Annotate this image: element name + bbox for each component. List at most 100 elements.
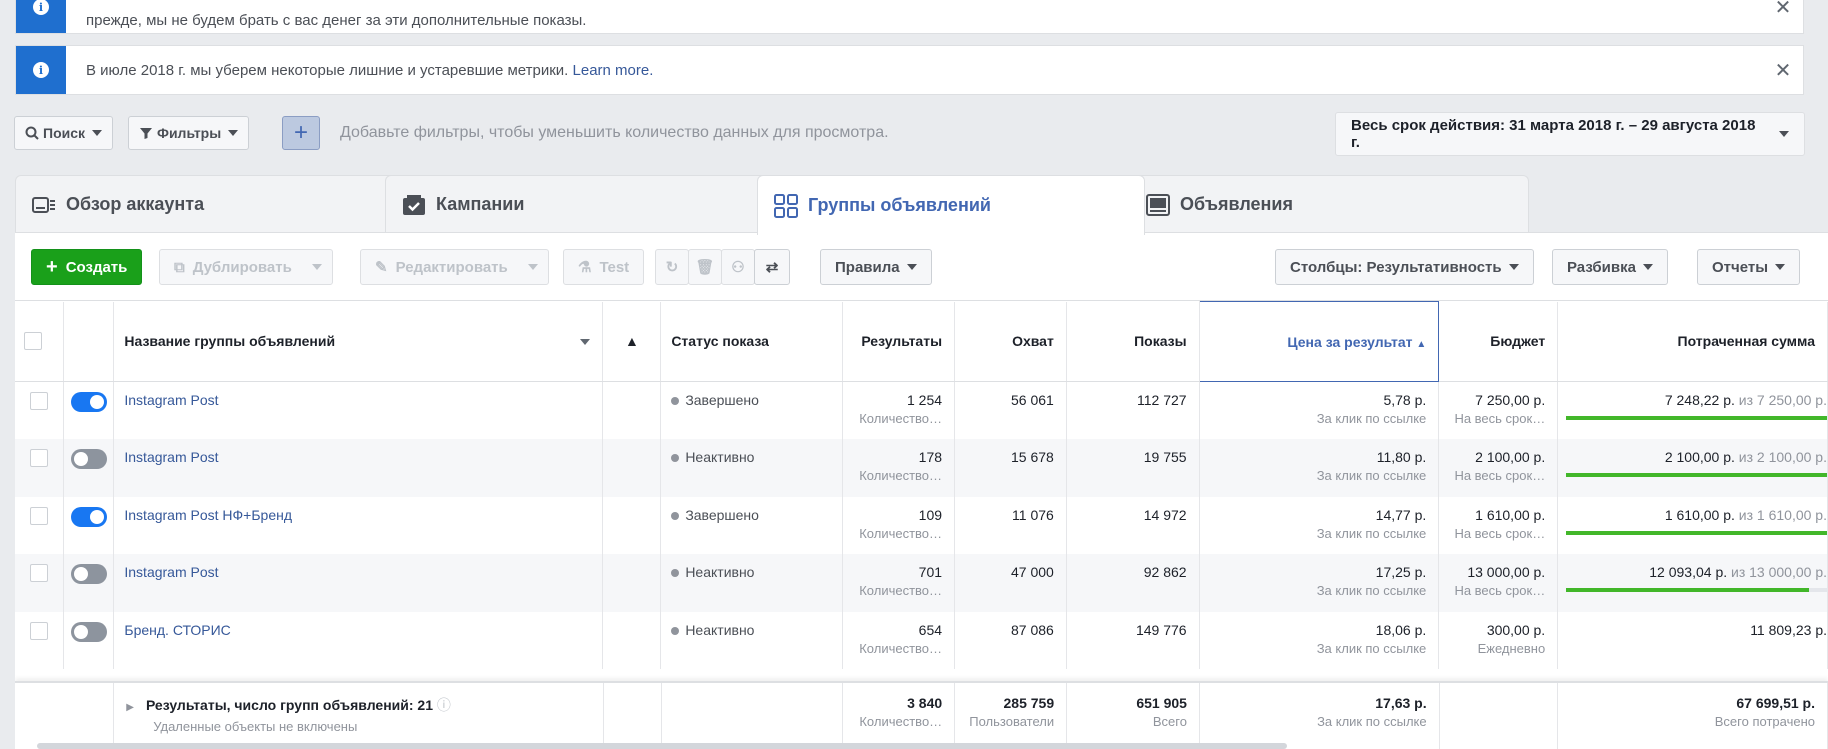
table-row[interactable]: Instagram Post Неактивно 701 Количество… …: [15, 554, 1828, 612]
date-range-picker[interactable]: Весь срок действия: 31 марта 2018 г. – 2…: [1335, 112, 1805, 156]
notice-banner-metrics: i В июле 2018 г. мы уберем некоторые лиш…: [15, 45, 1804, 95]
results-sub: Количество…: [859, 525, 943, 541]
adset-name-link[interactable]: Instagram Post НФ+Бренд: [114, 507, 292, 523]
edit-button[interactable]: ✎ Редактировать: [360, 249, 549, 285]
chevron-down-icon: [1642, 264, 1653, 270]
totals-cost: 17,63 р.: [1375, 695, 1427, 711]
duplicate-button[interactable]: ⧉ Дублировать: [159, 249, 333, 285]
status-dot-icon: [671, 397, 680, 405]
search-button[interactable]: Поиск: [14, 116, 114, 150]
row-checkbox[interactable]: [30, 506, 49, 525]
rules-button[interactable]: Правила: [820, 249, 932, 285]
delete-button[interactable]: 🗑: [688, 249, 722, 285]
audience-button[interactable]: ⚇: [721, 249, 755, 285]
table-row[interactable]: Instagram Post Завершено 1 254 Количество…: [15, 381, 1828, 439]
duplicate-label: Дублировать: [192, 258, 292, 276]
adset-name-link[interactable]: Бренд. СТОРИС: [114, 622, 230, 638]
totals-cost-sub: За клик по ссылке: [1317, 714, 1427, 729]
chevron-down-icon: [228, 130, 239, 136]
adset-toggle[interactable]: [70, 506, 107, 527]
cost-sub: За клик по ссылке: [1316, 411, 1427, 426]
cost-sub: За клик по ссылке: [1316, 525, 1427, 541]
table-row[interactable]: Instagram Post Неактивно 178 Количество… …: [15, 439, 1828, 497]
budget-sub: На весь срок…: [1454, 411, 1546, 426]
close-icon[interactable]: ✕: [1763, 58, 1803, 83]
column-header-impressions[interactable]: Показы: [1066, 301, 1200, 382]
row-checkbox[interactable]: [30, 564, 49, 582]
budget-value: 13 000,00 р.: [1467, 564, 1546, 580]
select-all-checkbox[interactable]: [24, 332, 43, 351]
table-row[interactable]: Instagram Post НФ+Бренд Завершено 109 Кол…: [15, 496, 1828, 554]
row-checkbox[interactable]: [30, 621, 49, 640]
results-value: 178: [918, 449, 943, 465]
tab-campaigns[interactable]: Кампании: [385, 175, 775, 233]
row-checkbox[interactable]: [30, 449, 49, 467]
spent-progress-bar: [1566, 473, 1827, 477]
reports-button[interactable]: Отчеты: [1697, 249, 1801, 285]
expand-icon[interactable]: ▶: [126, 702, 134, 713]
spent-of: из 7 250,00 р.: [1738, 392, 1827, 408]
refresh-button[interactable]: ↻: [655, 249, 689, 285]
totals-reach-sub: Пользователи: [969, 714, 1055, 729]
budget-value: 2 100,00 р.: [1475, 449, 1546, 465]
cost-value: 5,78 р.: [1383, 392, 1427, 408]
adset-name-link[interactable]: Instagram Post: [114, 449, 218, 465]
tab-label: Группы объявлений: [808, 195, 991, 215]
add-filter-button[interactable]: +: [282, 116, 320, 150]
reach-value: 11 076: [1012, 506, 1054, 523]
filter-icon: [140, 128, 152, 139]
budget-sub: На весь срок…: [1454, 525, 1546, 541]
delivery-status: Неактивно: [685, 621, 755, 638]
filters-button[interactable]: Фильтры: [128, 116, 250, 150]
tab-account-overview[interactable]: Обзор аккаунта: [15, 175, 395, 233]
tab-ads[interactable]: Объявления: [1129, 175, 1529, 233]
row-checkbox[interactable]: [30, 392, 49, 410]
column-header-name[interactable]: Название группы объявлений: [113, 301, 604, 382]
column-header-budget[interactable]: Бюджет: [1438, 301, 1559, 382]
status-dot-icon: [671, 626, 680, 635]
cost-value: 11,80 р.: [1376, 449, 1427, 465]
create-button[interactable]: + Создать: [31, 249, 143, 285]
table-row[interactable]: Бренд. СТОРИС Неактивно 654 Количество… 8…: [15, 611, 1828, 669]
adset-name-link[interactable]: Instagram Post: [114, 392, 218, 408]
reach-value: 47 000: [1011, 564, 1054, 580]
spent-value: 11 809,23 р.: [1750, 621, 1827, 638]
flask-icon: ⚗: [578, 259, 592, 276]
learn-more-link[interactable]: Learn more.: [573, 62, 654, 79]
cost-sub: За клик по ссылке: [1316, 468, 1427, 483]
column-header-spent[interactable]: Потраченная сумма: [1557, 301, 1828, 382]
impressions-value: 112 727: [1137, 392, 1187, 408]
close-icon[interactable]: ✕: [1763, 0, 1803, 20]
adset-toggle[interactable]: [70, 621, 107, 642]
breakdown-button[interactable]: Разбивка: [1552, 249, 1668, 285]
results-value: 701: [918, 564, 943, 580]
adset-toggle[interactable]: [70, 449, 107, 469]
people-icon: ⚇: [731, 259, 745, 276]
breakdown-label: Разбивка: [1567, 258, 1636, 276]
adset-name-link[interactable]: Instagram Post: [114, 564, 218, 580]
column-header-warning[interactable]: ▲: [602, 301, 662, 382]
columns-button[interactable]: Столбцы: Результативность: [1275, 249, 1534, 285]
reach-value: 56 061: [1011, 392, 1054, 408]
tab-ad-sets[interactable]: Группы объявлений: [757, 175, 1145, 235]
adset-toggle[interactable]: [70, 392, 107, 412]
column-header-status[interactable]: Статус показа: [660, 301, 844, 382]
info-icon[interactable]: ⓘ: [437, 697, 451, 713]
horizontal-scrollbar[interactable]: [37, 743, 1287, 749]
totals-results-sub: Количество…: [859, 714, 943, 729]
column-header-cost-per-result[interactable]: Цена за результат ▲: [1198, 301, 1440, 382]
cost-value: 14,77 р.: [1375, 506, 1427, 523]
ad-display-icon: [1146, 193, 1170, 217]
cost-sub: За клик по ссылке: [1316, 583, 1427, 598]
results-sub: Количество…: [859, 583, 943, 598]
column-header-results[interactable]: Результаты: [842, 301, 956, 382]
notice-banner-extra-impressions: i прежде, мы не будем брать с вас денег …: [15, 0, 1804, 34]
level-tabs: Обзор аккаунта Кампании Группы объявлени…: [15, 175, 1828, 235]
spent-value: 12 093,04 р.: [1649, 564, 1728, 580]
filters-label: Фильтры: [157, 125, 222, 141]
export-button[interactable]: ⇄: [754, 249, 790, 285]
delivery-status: Неактивно: [685, 449, 755, 465]
test-button[interactable]: ⚗ Test: [563, 249, 645, 285]
column-header-reach[interactable]: Охват: [954, 301, 1067, 382]
adset-toggle[interactable]: [70, 564, 107, 584]
